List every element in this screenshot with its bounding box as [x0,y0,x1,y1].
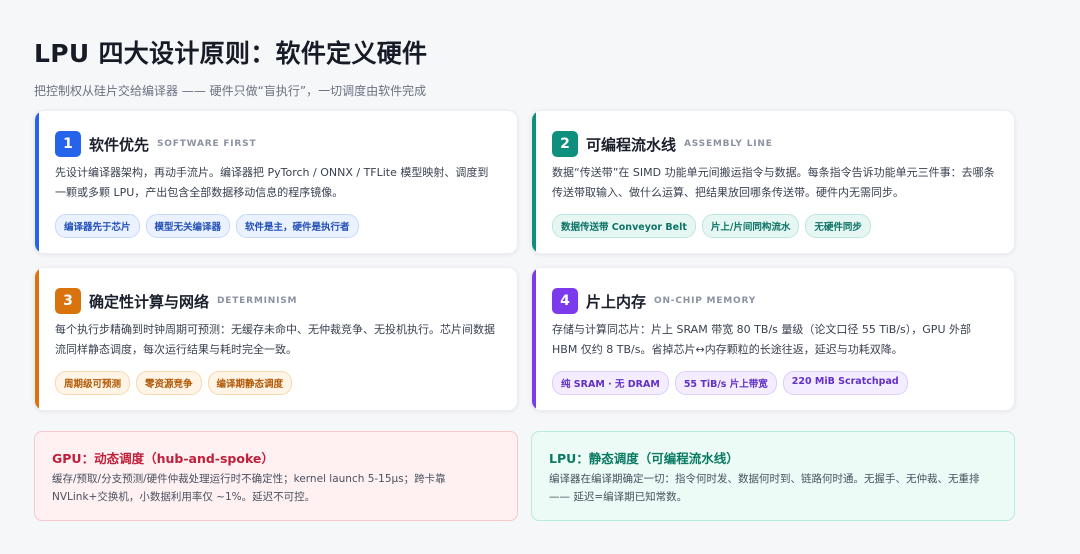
card-tag: SOFTWARE FIRST [157,139,257,149]
card-number-badge: 3 [55,288,81,314]
card-description: 数据“传送带”在 SIMD 功能单元间搬运指令与数据。每条指令告诉功能单元三件事… [552,166,995,199]
chip: 数据传送带 Conveyor Belt [552,214,696,238]
note-text: 缓存/预取/分支预测/硬件仲裁处理运行时不确定性；kernel launch 5… [52,473,446,503]
chip-list: 纯 SRAM · 无 DRAM 55 TiB/s 片上带宽 220 MiB Sc… [552,371,908,395]
card-title: 确定性计算与网络 [89,292,210,311]
page-title: LPU 四大设计原则：软件定义硬件 [34,39,428,68]
chip: 模型无关编译器 [145,214,231,238]
chip: 零资源竞争 [136,371,202,395]
principle-card-on-chip-memory: 4 片上内存 ON-CHIP MEMORY 存储与计算同芯片：片上 SRAM 带… [531,267,1015,411]
card-accent-bar [532,111,536,253]
page-subtitle: 把控制权从硅片交给编译器 —— 硬件只做“盲执行”，一切调度由软件完成 [34,84,427,98]
card-tag: ON-CHIP MEMORY [654,296,757,306]
card-title: 片上内存 [586,292,647,311]
card-tag: ASSEMBLY LINE [684,139,773,149]
page-header: LPU 四大设计原则：软件定义硬件 把控制权从硅片交给编译器 —— 硬件只做“盲… [34,34,427,99]
lpu-comparison-note: LPU：静态调度（可编程流水线） 编译器在编译期确定一切：指令何时发、数据何时到… [531,431,1015,521]
card-description: 先设计编译器架构，再动手流片。编译器把 PyTorch / ONNX / TFL… [55,166,489,199]
card-title: 可编程流水线 [586,135,677,154]
card-description: 存储与计算同芯片：片上 SRAM 带宽 80 TB/s 量级（论文口径 55 T… [552,323,971,356]
note-text: 编译器在编译期确定一切：指令何时发、数据何时到、链路何时通。无握手、无仲裁、无重… [549,473,980,503]
chip: 无硬件同步 [805,214,871,238]
card-accent-bar [35,111,39,253]
chip: 片上/片间同构流水 [701,214,800,238]
card-title: 软件优先 [89,135,150,154]
note-title: LPU：静态调度（可编程流水线） [549,451,739,466]
chip-list: 周期级可预测 零资源竞争 编译期静态调度 [55,371,293,395]
card-number-badge: 4 [552,288,578,314]
card-number-badge: 1 [55,131,81,157]
chip: 周期级可预测 [55,371,131,395]
gpu-comparison-note: GPU：动态调度（hub-and-spoke） 缓存/预取/分支预测/硬件仲裁处… [34,431,518,521]
chip-list: 编译器先于芯片 模型无关编译器 软件是主，硬件是执行者 [55,214,359,238]
note-title: GPU：动态调度（hub-and-spoke） [52,451,274,466]
chip: 软件是主，硬件是执行者 [236,214,359,238]
card-tag: DETERMINISM [217,296,298,306]
card-accent-bar [35,268,39,410]
card-number-badge: 2 [552,131,578,157]
principle-card-determinism: 3 确定性计算与网络 DETERMINISM 每个执行步精确到时钟周期可预测：无… [34,267,518,411]
chip: 编译器先于芯片 [55,214,140,238]
card-description: 每个执行步精确到时钟周期可预测：无缓存未命中、无仲裁竞争、无投机执行。芯片间数据… [55,323,495,356]
chip-list: 数据传送带 Conveyor Belt 片上/片间同构流水 无硬件同步 [552,214,871,238]
principle-card-software-first: 1 软件优先 SOFTWARE FIRST 先设计编译器架构，再动手流片。编译器… [34,110,518,254]
chip: 编译期静态调度 [207,371,293,395]
chip: 220 MiB Scratchpad [782,371,908,395]
card-accent-bar [532,268,536,410]
chip: 纯 SRAM · 无 DRAM [552,371,669,395]
principle-card-assembly-line: 2 可编程流水线 ASSEMBLY LINE 数据“传送带”在 SIMD 功能单… [531,110,1015,254]
chip: 55 TiB/s 片上带宽 [674,371,777,395]
